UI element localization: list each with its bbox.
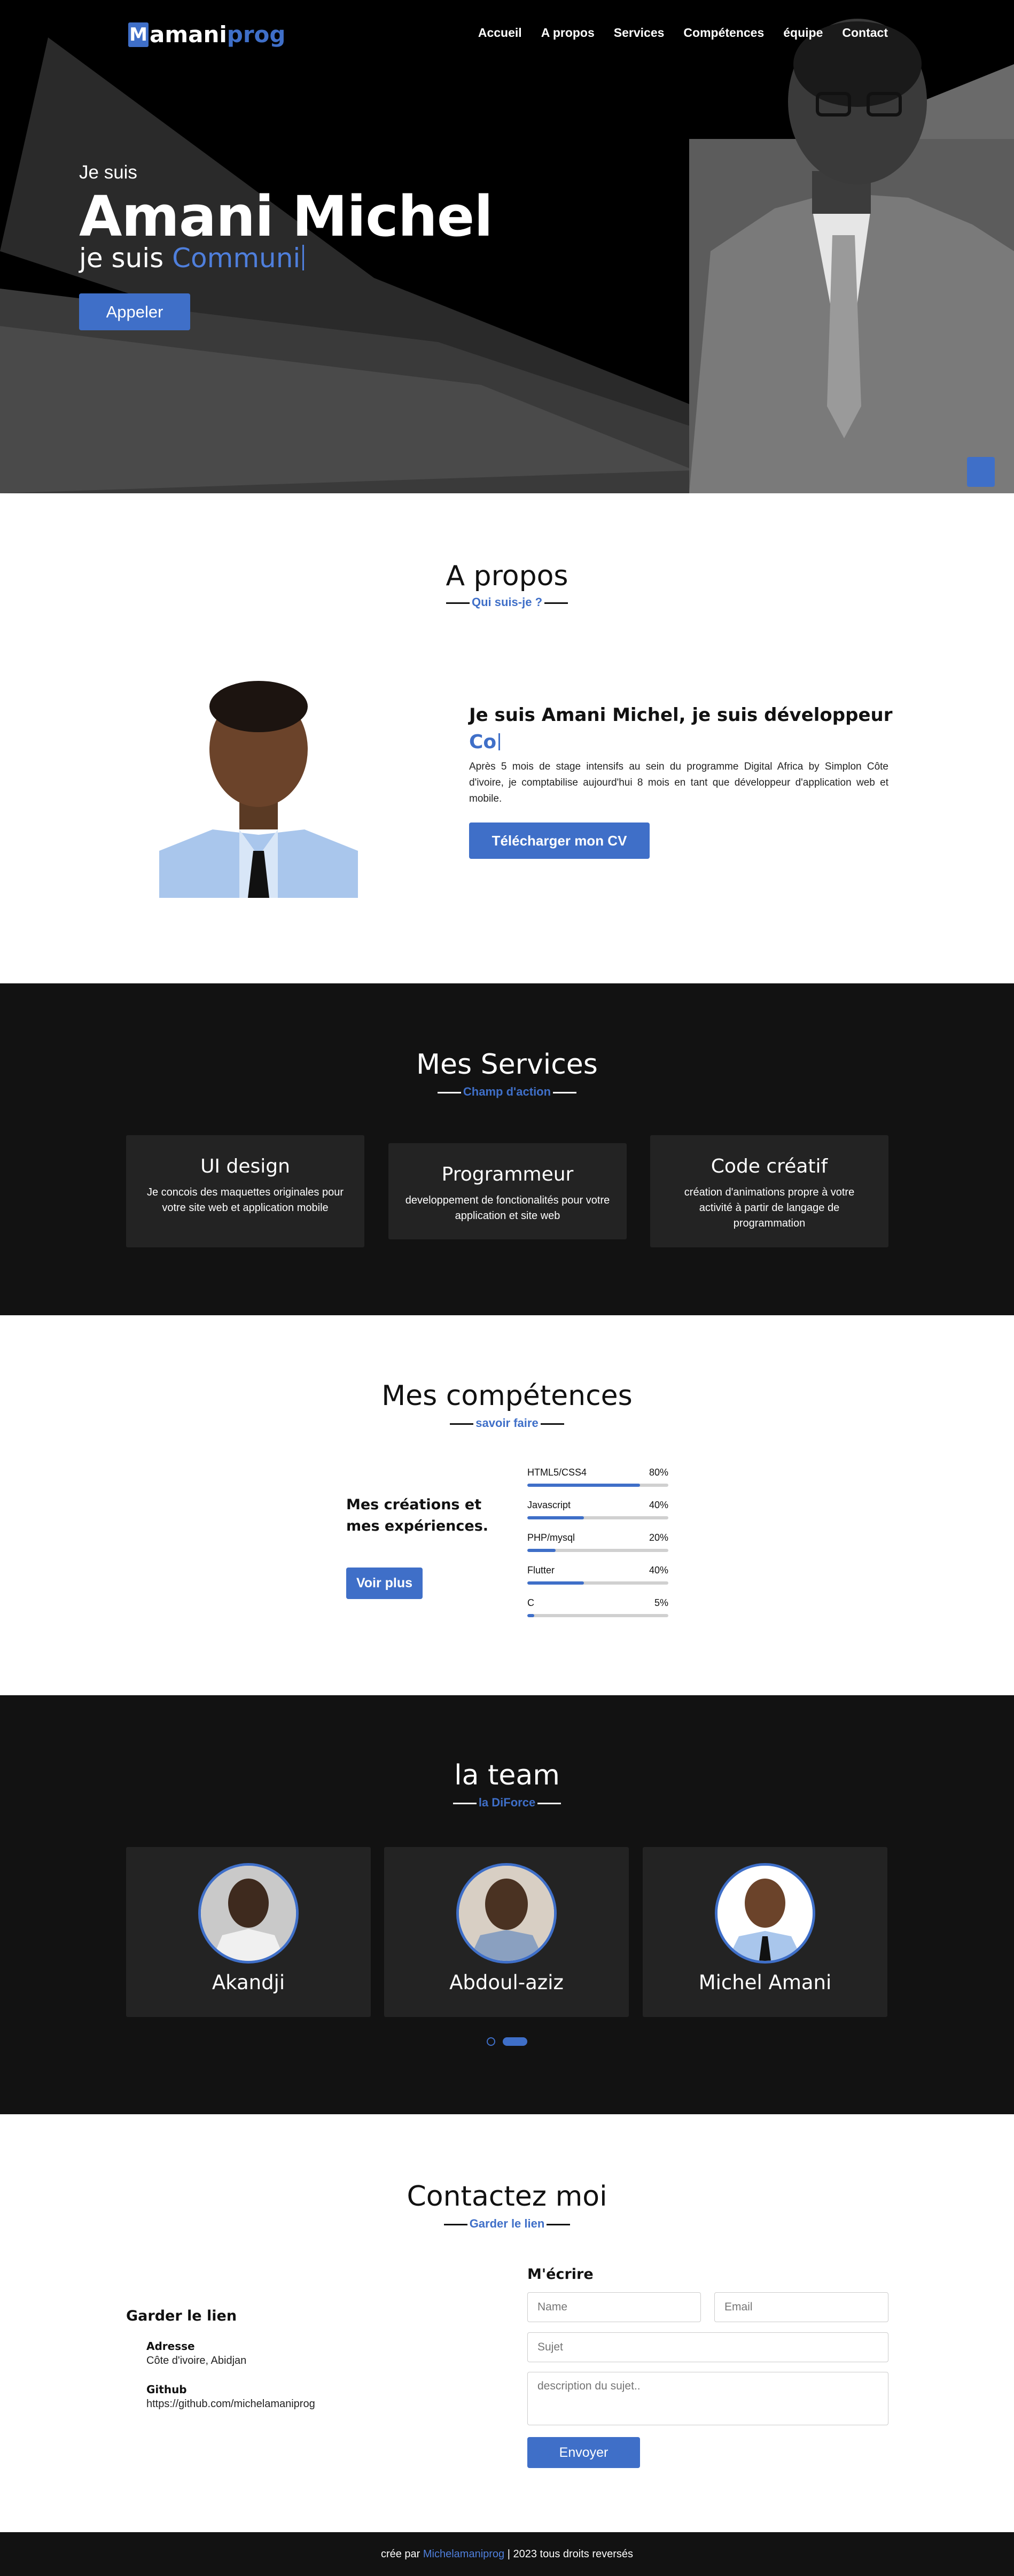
contact-left-title: Garder le lien: [126, 2308, 237, 2324]
hero-greeting: Je suis: [79, 162, 137, 183]
skills-intro: Mes créations et mes expériences.: [346, 1496, 489, 1534]
services-subtitle: Champ d'action: [0, 1085, 1014, 1099]
team-card[interactable]: Michel Amani: [643, 1847, 887, 2017]
skill-bar: [527, 1614, 668, 1617]
main-nav: Accueil A propos Services Compétences éq…: [478, 26, 888, 40]
github-link[interactable]: https://github.com/michelamaniprog: [146, 2398, 315, 2410]
skill-bar-fill: [527, 1549, 556, 1552]
skill-item: HTML5/CSS4 80%: [527, 1467, 668, 1487]
skill-bar: [527, 1516, 668, 1519]
skill-bar-fill: [527, 1484, 641, 1487]
skill-percent: 5%: [654, 1597, 668, 1608]
nav-contact[interactable]: Contact: [842, 26, 888, 40]
contact-title: Contactez moi: [407, 2181, 607, 2213]
skill-name: PHP/mysql: [527, 1532, 575, 1543]
skill-bar-fill: [527, 1614, 535, 1617]
see-more-button[interactable]: Voir plus: [346, 1568, 423, 1599]
logo-text-accent: prog: [227, 21, 286, 48]
carousel-dot[interactable]: [487, 2037, 495, 2046]
avatar: [456, 1863, 557, 1964]
service-card-title: Programmeur: [441, 1163, 574, 1185]
skill-item: Flutter 40%: [527, 1565, 668, 1585]
skills-subtitle: savoir faire: [0, 1416, 1014, 1430]
skill-percent: 40%: [649, 1500, 668, 1510]
nav-competences[interactable]: Compétences: [683, 26, 764, 40]
service-card-programmeur[interactable]: Programmeur developpement de fonctionali…: [388, 1143, 627, 1239]
about-heading: Je suis Amani Michel, je suis développeu…: [469, 704, 893, 726]
team-member-name: Akandji: [212, 1971, 285, 1994]
skill-item: Javascript 40%: [527, 1500, 668, 1519]
skill-bar: [527, 1549, 668, 1552]
skill-bar-fill: [527, 1581, 584, 1585]
avatar: [198, 1863, 299, 1964]
services-title: Mes Services: [416, 1049, 598, 1081]
skill-item: PHP/mysql 20%: [527, 1532, 668, 1552]
about-title: A propos: [446, 560, 568, 592]
skill-bar: [527, 1484, 668, 1487]
download-cv-button[interactable]: Télécharger mon CV: [469, 823, 650, 859]
site-logo[interactable]: M amaniprog: [128, 21, 285, 48]
about-photo: [159, 674, 358, 898]
service-card-title: UI design: [200, 1155, 290, 1177]
about-subtitle: Qui suis-je ?: [0, 595, 1014, 609]
hero-role: je suis Communi: [79, 243, 305, 274]
email-input[interactable]: [714, 2292, 888, 2322]
footer-link[interactable]: Michelamaniprog: [423, 2548, 504, 2560]
skill-bar-fill: [527, 1516, 584, 1519]
skill-name: Flutter: [527, 1565, 555, 1576]
skill-item: C 5%: [527, 1597, 668, 1617]
footer-suffix: | 2023 tous droits reversés: [504, 2548, 634, 2560]
skill-name: Javascript: [527, 1500, 571, 1510]
service-card-desc: création d'animations propre à votre act…: [684, 1186, 855, 1229]
subject-input[interactable]: [527, 2332, 888, 2362]
hero-role-prefix: je suis: [79, 243, 173, 274]
address-label: Adresse: [146, 2340, 195, 2353]
service-card-title: Code créatif: [711, 1155, 828, 1177]
skill-percent: 40%: [649, 1565, 668, 1576]
skill-percent: 80%: [649, 1467, 668, 1478]
team-card[interactable]: Akandji: [126, 1847, 371, 2017]
form-title: M'écrire: [527, 2266, 594, 2283]
hero-name: Amani Michel: [79, 184, 493, 249]
team-member-name: Michel Amani: [698, 1971, 832, 1994]
hero-role-typed: Communi: [172, 243, 301, 274]
github-label: Github: [146, 2383, 187, 2396]
carousel-dot-active[interactable]: [503, 2037, 527, 2046]
nav-a-propos[interactable]: A propos: [541, 26, 595, 40]
service-card-ui-design[interactable]: UI design Je concois des maquettes origi…: [126, 1135, 364, 1247]
logo-text-primary: amani: [150, 21, 227, 48]
services-section: Mes Services Champ d'action UI design Je…: [0, 983, 1014, 1315]
name-input[interactable]: [527, 2292, 701, 2322]
call-button[interactable]: Appeler: [79, 293, 190, 330]
hero-section: M amaniprog Accueil A propos Services Co…: [0, 0, 1014, 493]
team-card[interactable]: Abdoul-aziz: [384, 1847, 629, 2017]
skill-bar: [527, 1581, 668, 1585]
service-card-desc: developpement de fonctionalités pour vot…: [405, 1194, 610, 1222]
service-card-code-creatif[interactable]: Code créatif création d'animations propr…: [650, 1135, 888, 1247]
skill-name: C: [527, 1597, 534, 1608]
typing-caret: [302, 245, 305, 270]
contact-subtitle: Garder le lien: [0, 2217, 1014, 2231]
nav-services[interactable]: Services: [614, 26, 665, 40]
service-card-desc: Je concois des maquettes originales pour…: [147, 1186, 344, 1214]
nav-accueil[interactable]: Accueil: [478, 26, 522, 40]
footer-prefix: crée par: [380, 2548, 423, 2560]
address-value: Côte d'ivoire, Abidjan: [146, 2355, 247, 2366]
about-typed: Co: [469, 731, 501, 753]
skill-percent: 20%: [649, 1532, 668, 1543]
footer: crée par Michelamaniprog | 2023 tous dro…: [0, 2532, 1014, 2576]
description-textarea[interactable]: [527, 2372, 888, 2425]
team-title: la team: [454, 1759, 560, 1791]
nav-equipe[interactable]: équipe: [783, 26, 823, 40]
team-member-name: Abdoul-aziz: [449, 1971, 564, 1994]
team-subtitle: la DiForce: [0, 1796, 1014, 1810]
send-button[interactable]: Envoyer: [527, 2437, 640, 2468]
skill-name: HTML5/CSS4: [527, 1467, 587, 1478]
logo-mark: M: [128, 22, 149, 47]
skills-title: Mes compétences: [381, 1380, 633, 1412]
scroll-top-button[interactable]: [967, 457, 995, 487]
about-text: Après 5 mois de stage intensifs au sein …: [469, 761, 888, 804]
avatar: [715, 1863, 815, 1964]
